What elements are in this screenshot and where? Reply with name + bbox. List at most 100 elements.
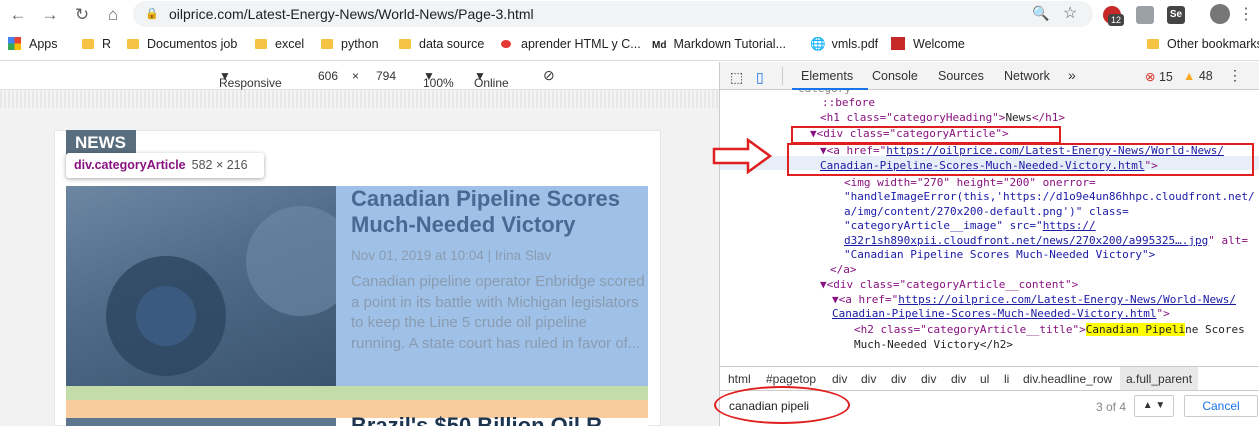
- dom-line[interactable]: ::before: [822, 96, 875, 111]
- breadcrumb-item[interactable]: ul: [980, 372, 989, 386]
- bookmark-python[interactable]: python: [321, 37, 379, 53]
- devtools-panel: ⬚ ▯ Elements Console Sources Network » ⊗…: [719, 62, 1259, 426]
- devtools-tabbar: ⬚ ▯ Elements Console Sources Network » ⊗…: [720, 62, 1259, 90]
- dom-line[interactable]: <img width="270" height="200" onerror=: [844, 176, 1096, 191]
- bookmark-vmls[interactable]: 🌐 vmls.pdf: [810, 37, 878, 53]
- annotation-ellipse-search: [714, 386, 850, 424]
- error-count[interactable]: ⊗ 15: [1145, 69, 1173, 84]
- next-article-headline[interactable]: Brazil's $50 Billion Oil R: [351, 412, 602, 426]
- tooltip-size: 582 × 216: [191, 158, 248, 172]
- article-highlight[interactable]: Canadian Pipeline Scores Much-Needed Vic…: [66, 186, 648, 386]
- device-mode-dropdown[interactable]: Responsive ▼: [219, 69, 282, 90]
- dom-line[interactable]: "Canadian Pipeline Scores Much-Needed Vi…: [844, 248, 1155, 263]
- tab-console[interactable]: Console: [872, 69, 918, 83]
- settings-kebab-icon[interactable]: ⋮: [1228, 67, 1242, 84]
- warning-count[interactable]: ▲ 48: [1183, 69, 1213, 83]
- chart-icon: [891, 37, 905, 50]
- bookmark-apps[interactable]: Apps: [8, 37, 58, 53]
- dom-line[interactable]: "categoryArticle__image" src="https://: [844, 219, 1096, 234]
- find-cancel-button[interactable]: Cancel: [1184, 395, 1258, 417]
- tooltip-selector: div.categoryArticle: [74, 158, 186, 172]
- rotate-icon[interactable]: ⊘: [543, 67, 555, 84]
- device-toolbar: Responsive ▼ 606 × 794 100% ▼ Online ▼ ⊘: [0, 62, 719, 90]
- folder-icon: [1147, 39, 1159, 49]
- bookmark-welcome[interactable]: Welcome: [891, 37, 965, 53]
- globe-icon: 🌐: [810, 37, 826, 51]
- url-text[interactable]: oilprice.com/Latest-Energy-News/World-Ne…: [169, 6, 534, 22]
- bookmark-r[interactable]: R: [82, 37, 111, 53]
- breadcrumb-item[interactable]: div: [832, 372, 847, 386]
- search-icon[interactable]: 🔍: [1032, 5, 1049, 22]
- dom-line[interactable]: ▼<a href="https://oilprice.com/Latest-En…: [832, 293, 1236, 308]
- dom-line[interactable]: "handleImageError(this,'https://d1o9e4un…: [844, 190, 1255, 205]
- folder-icon: [399, 39, 411, 49]
- breadcrumb-item[interactable]: div: [861, 372, 876, 386]
- dimension-times: ×: [352, 69, 360, 83]
- apps-grid-icon: [8, 37, 21, 50]
- bookmark-other[interactable]: Other bookmarks: [1147, 37, 1259, 53]
- forward-icon[interactable]: →: [40, 5, 60, 25]
- zoom-dropdown[interactable]: 100% ▼: [423, 69, 454, 90]
- viewport-width[interactable]: 606: [318, 69, 338, 83]
- breadcrumb-item[interactable]: div.headline_row: [1023, 372, 1112, 386]
- article-image[interactable]: [66, 186, 336, 386]
- home-icon[interactable]: ⌂: [103, 5, 123, 25]
- dom-line[interactable]: ▼<div class="categoryArticle__content">: [820, 278, 1078, 293]
- ruler-stripe: [0, 90, 719, 108]
- bookmark-markdown[interactable]: Md Markdown Tutorial...: [652, 37, 786, 53]
- article-headline[interactable]: Canadian Pipeline Scores Much-Needed Vic…: [351, 186, 641, 238]
- breadcrumb-item[interactable]: div: [951, 372, 966, 386]
- avatar[interactable]: [1210, 4, 1230, 24]
- find-prev-icon[interactable]: ▲: [1143, 400, 1153, 411]
- extension-badge: 12: [1108, 14, 1124, 26]
- breadcrumb-item[interactable]: div: [891, 372, 906, 386]
- markdown-icon: Md: [652, 40, 667, 51]
- breadcrumb-item-active[interactable]: a.full_parent: [1120, 367, 1199, 390]
- breadcrumb-item[interactable]: #pagetop: [766, 372, 816, 386]
- lock-icon: 🔒: [145, 8, 159, 20]
- warning-icon: ▲: [1183, 69, 1196, 83]
- dom-line[interactable]: Canadian-Pipeline-Scores-Much-Needed-Vic…: [832, 307, 1170, 322]
- inspect-tooltip: div.categoryArticle 582 × 216: [66, 153, 264, 178]
- tab-elements[interactable]: Elements: [801, 69, 853, 83]
- bookmark-documentos[interactable]: Documentos job: [127, 37, 237, 53]
- breadcrumb-item[interactable]: div: [921, 372, 936, 386]
- tab-sources[interactable]: Sources: [938, 69, 984, 83]
- back-icon[interactable]: ←: [8, 5, 28, 25]
- inspect-icon[interactable]: ⬚: [730, 69, 743, 86]
- bookmark-excel[interactable]: excel: [255, 37, 304, 53]
- tab-network[interactable]: Network: [1004, 69, 1050, 83]
- error-icon: ⊗: [1145, 70, 1156, 84]
- bookmark-aprender[interactable]: aprender HTML y C...: [501, 37, 641, 53]
- article-meta: Nov 01, 2019 at 10:04 | Irina Slav: [351, 248, 552, 263]
- dom-line[interactable]: <h1 class="categoryHeading">News</h1>: [820, 111, 1065, 126]
- find-nav: ▲ ▼: [1134, 395, 1174, 417]
- viewport-height[interactable]: 794: [376, 69, 396, 83]
- bookmarks-bar: Apps R Documentos job excel python data …: [0, 31, 1259, 61]
- annotation-box-link: [787, 143, 1254, 176]
- search-match-highlight: Canadian Pipeli: [1085, 323, 1186, 336]
- url-bar[interactable]: 🔒 oilprice.com/Latest-Energy-News/World-…: [133, 1, 1093, 27]
- find-count: 3 of 4: [1096, 400, 1127, 414]
- extension-puzzle-icon[interactable]: [1136, 6, 1154, 24]
- reload-icon[interactable]: ↻: [72, 5, 92, 25]
- folder-icon: [255, 39, 267, 49]
- folder-icon: [321, 39, 333, 49]
- menu-kebab-icon[interactable]: ⋮: [1236, 5, 1256, 25]
- annotation-arrow-icon: [712, 138, 773, 174]
- extension-selenium-icon[interactable]: Se: [1167, 6, 1185, 24]
- dom-line[interactable]: a/img/content/270x200-default.png')" cla…: [844, 205, 1129, 220]
- bookmark-data-source[interactable]: data source: [399, 37, 484, 53]
- dom-line[interactable]: Much-Needed Victory</h2>: [854, 338, 1013, 353]
- star-icon[interactable]: ☆: [1063, 3, 1077, 23]
- device-toggle-icon[interactable]: ▯: [756, 69, 764, 86]
- find-next-icon[interactable]: ▼: [1155, 400, 1165, 411]
- dom-line[interactable]: <h2 class="categoryArticle__title">Canad…: [854, 323, 1245, 338]
- breadcrumb-item[interactable]: html: [728, 372, 751, 386]
- more-tabs[interactable]: »: [1068, 67, 1076, 83]
- dom-line[interactable]: </a>: [830, 263, 857, 278]
- throttle-dropdown[interactable]: Online ▼: [474, 69, 509, 90]
- breadcrumb-item[interactable]: li: [1004, 372, 1009, 386]
- folder-icon: [127, 39, 139, 49]
- dom-line[interactable]: d32r1sh890xpii.cloudfront.net/news/270x2…: [844, 234, 1248, 249]
